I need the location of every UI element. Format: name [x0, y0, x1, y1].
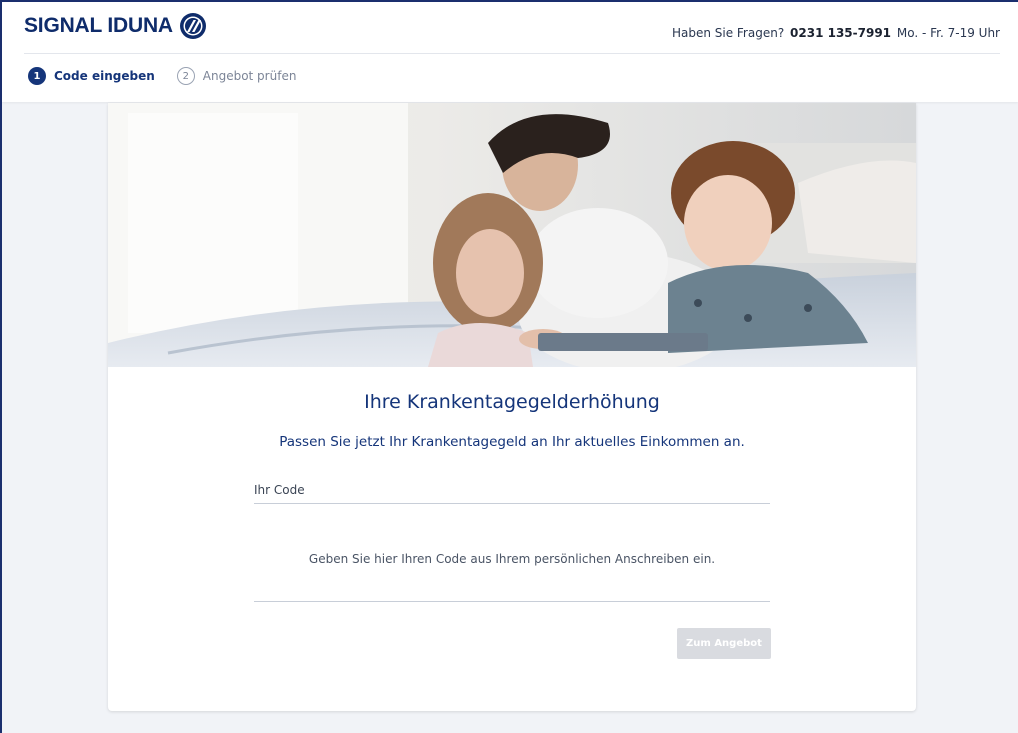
step-label: Angebot prüfen: [202, 69, 297, 83]
contact-prefix: Haben Sie Fragen?: [671, 26, 785, 40]
phone-number[interactable]: 0231 135-7991: [790, 26, 891, 40]
step-angebot-pruefen: 2 Angebot prüfen: [176, 67, 297, 85]
opening-hours: Mo. - Fr. 7-19 Uhr: [896, 26, 1000, 40]
brand-name: SIGNAL IDUNA: [24, 14, 173, 37]
step-number-badge: 1: [28, 67, 46, 85]
contact-info: Haben Sie Fragen? 0231 135-7991 Mo. - Fr…: [672, 26, 1000, 40]
step-number-badge: 2: [176, 67, 195, 85]
zum-angebot-button[interactable]: Zum Angebot: [677, 628, 771, 659]
site-header: SIGNAL IDUNA Haben Sie Fragen? 0231 135-…: [2, 2, 1018, 102]
header-divider: [24, 53, 1000, 54]
window-border-left: [0, 0, 2, 733]
hero-family-image: [108, 103, 916, 367]
step-code-eingeben: 1 Code eingeben: [28, 67, 155, 85]
brand-logo-link[interactable]: SIGNAL IDUNA: [24, 12, 207, 40]
code-hint: Geben Sie hier Ihren Code aus Ihrem pers…: [308, 552, 716, 566]
page-subtitle: Passen Sie jetzt Ihr Krankentagegeld an …: [279, 434, 745, 450]
step-label: Code eingeben: [54, 69, 155, 83]
progress-steps: 1 Code eingeben 2 Angebot prüfen: [28, 67, 318, 85]
code-input[interactable]: [254, 479, 770, 504]
form-divider: [254, 601, 770, 602]
code-entry-card: Ihre Krankentagegelderhöhung Passen Sie …: [108, 103, 916, 711]
page-title: Ihre Krankentagegelderhöhung: [364, 391, 660, 413]
signal-iduna-logo-icon: [179, 13, 206, 39]
